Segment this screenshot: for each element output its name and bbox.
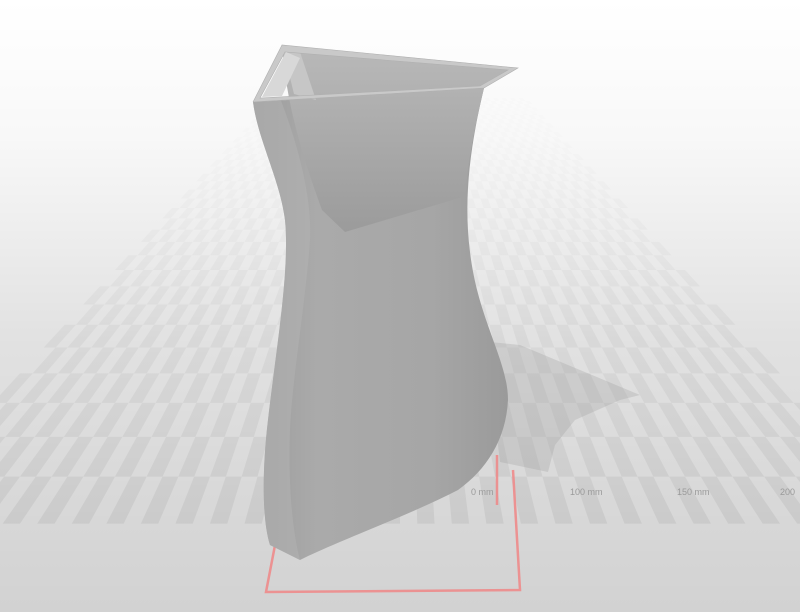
ruler-label-100: 100 mm <box>570 487 603 497</box>
ruler-label-150: 150 mm <box>677 487 710 497</box>
ruler-label-200: 200 <box>780 487 795 497</box>
ruler-label-0: 0 mm <box>471 487 494 497</box>
scene-canvas[interactable]: 0 mm 100 mm 150 mm 200 <box>0 0 800 612</box>
3d-viewport[interactable]: 0 mm 100 mm 150 mm 200 <box>0 0 800 612</box>
